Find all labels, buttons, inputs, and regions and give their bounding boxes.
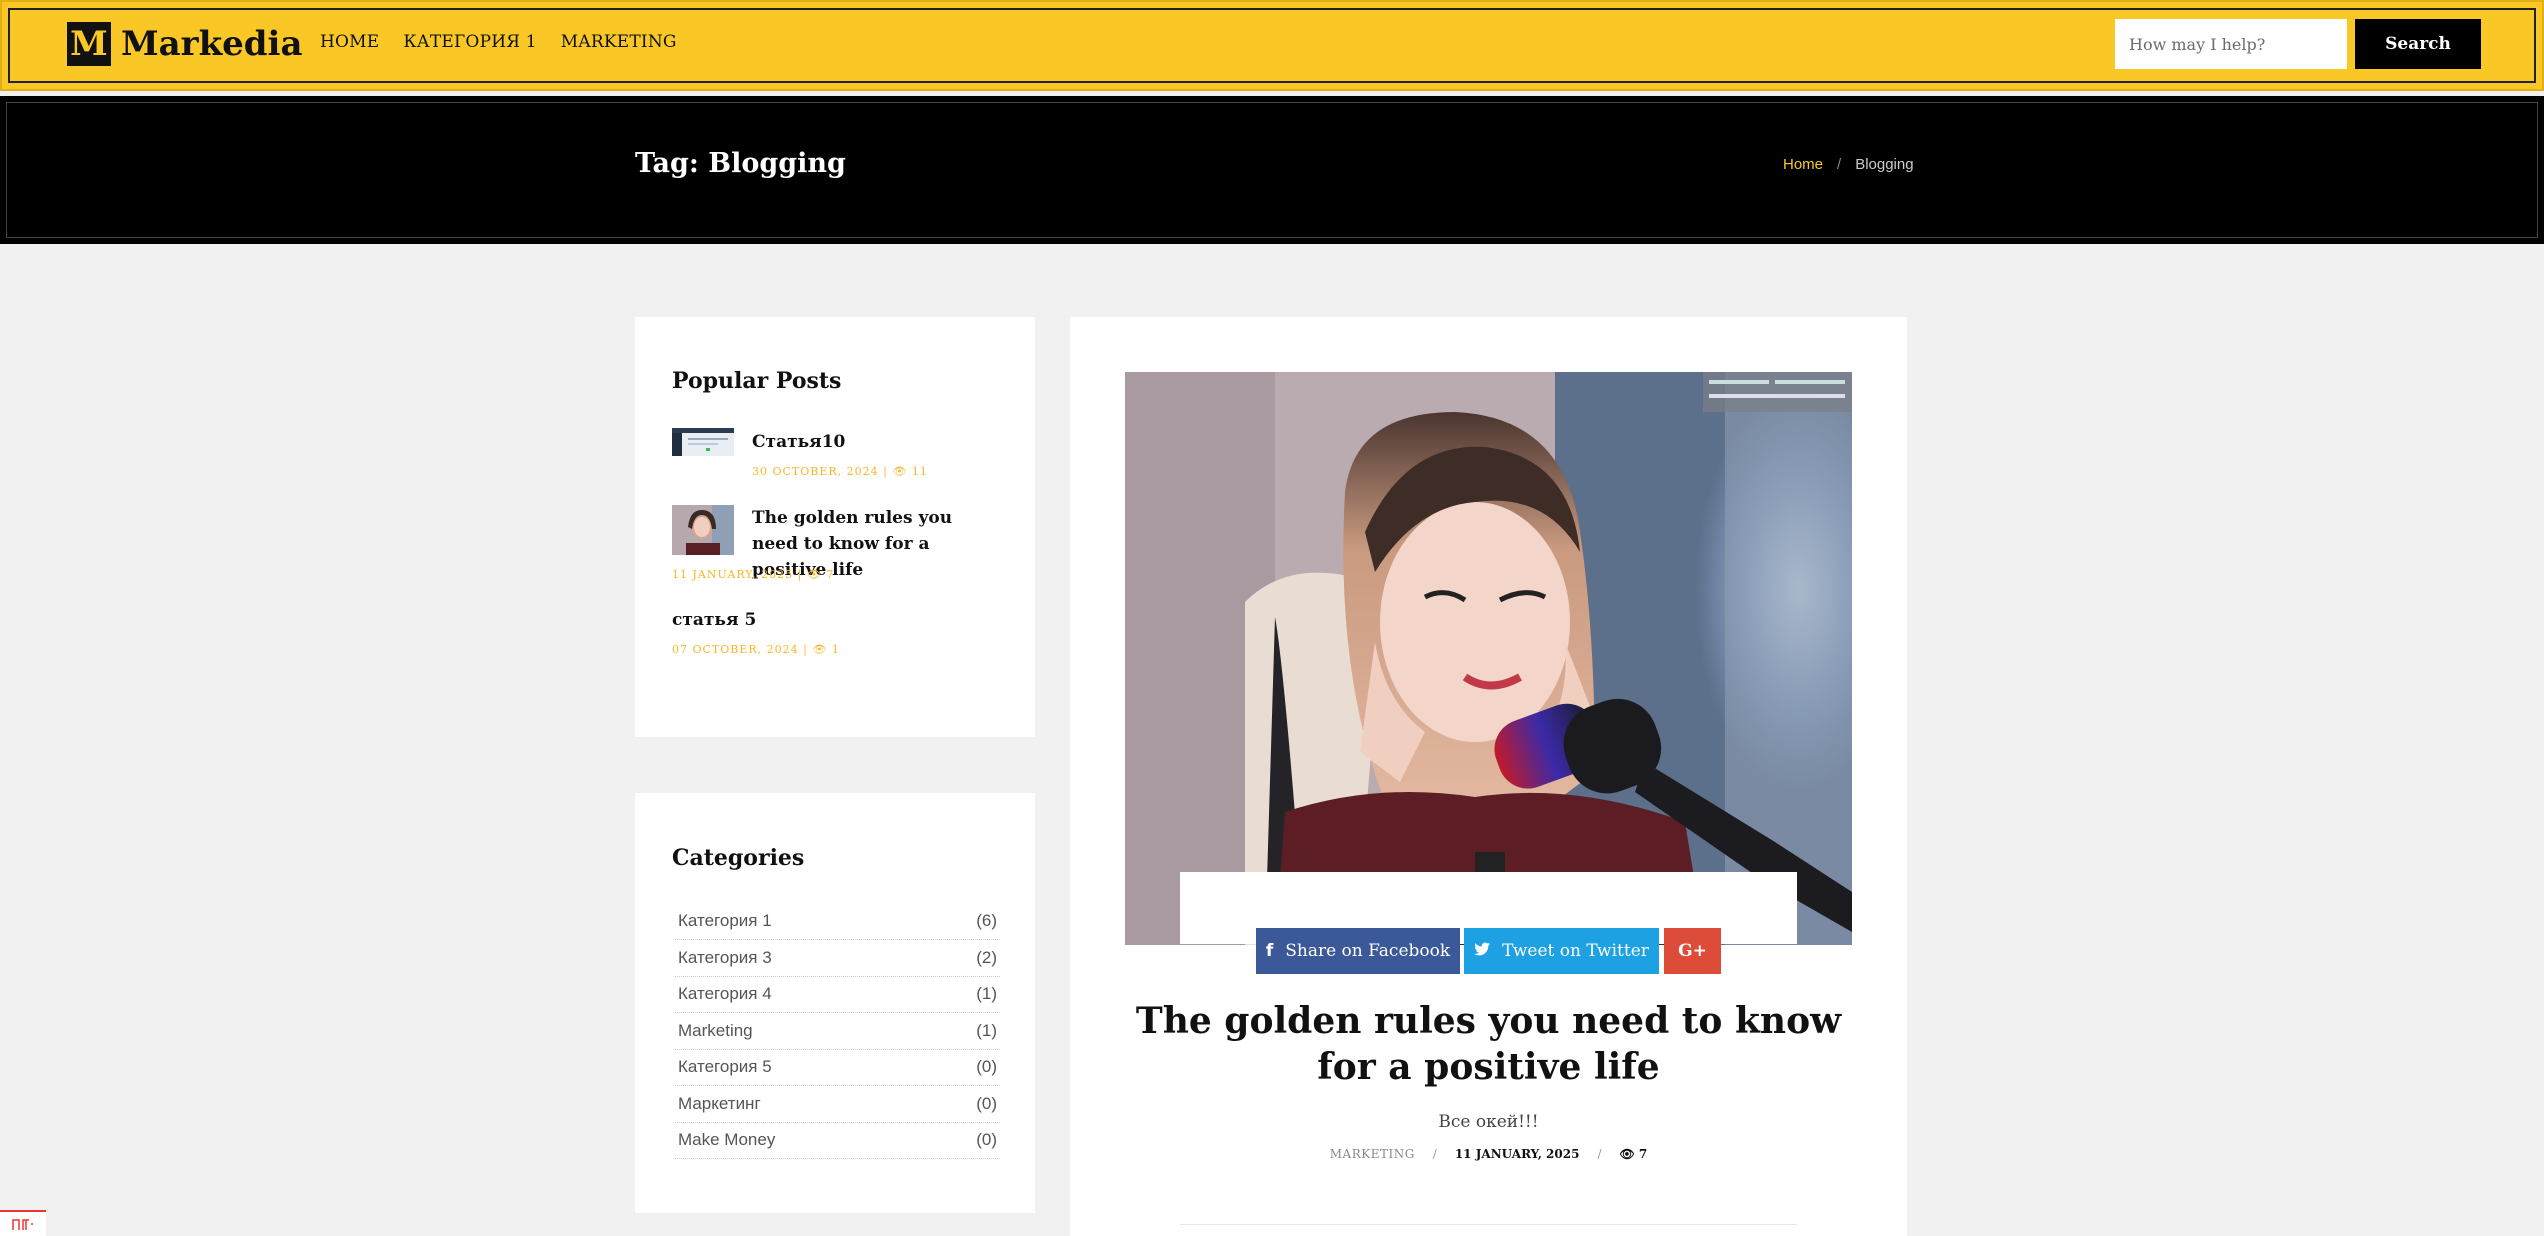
- category-count: (1): [976, 984, 997, 1003]
- category-name: Make Money: [678, 1130, 776, 1149]
- category-item[interactable]: Категория 3 (2): [675, 940, 1000, 977]
- popular-post-meta-2: 11 JANUARY, 2025 | 👁 7: [672, 568, 835, 581]
- category-name: Marketing: [678, 1021, 753, 1040]
- nav-item-home[interactable]: HOME: [320, 32, 379, 52]
- share-twitter-label: Tweet on Twitter: [1502, 941, 1649, 961]
- category-count: (0): [976, 1057, 997, 1076]
- search-input[interactable]: [2115, 19, 2347, 69]
- share-google-plus-button[interactable]: G+: [1664, 928, 1721, 974]
- category-count: (6): [976, 911, 997, 930]
- twitter-icon: [1474, 941, 1491, 961]
- category-item[interactable]: Marketing (1): [675, 1013, 1000, 1050]
- share-facebook-label: Share on Facebook: [1285, 941, 1451, 961]
- category-name: Категория 5: [678, 1057, 772, 1076]
- page-title: Tag: Blogging: [635, 148, 846, 179]
- popular-post-thumbnail-1[interactable]: [672, 428, 734, 456]
- post-category-link[interactable]: MARKETING: [1330, 1147, 1415, 1161]
- popular-post-title-1[interactable]: Статья10: [752, 429, 1002, 455]
- meta-separator: /: [1597, 1147, 1602, 1161]
- streamer-portrait-image: [1125, 372, 1852, 945]
- google-plus-icon: G+: [1678, 941, 1707, 961]
- category-count: (0): [976, 1130, 997, 1149]
- breadcrumb: Home / Blogging: [1783, 156, 1914, 173]
- category-count: (0): [976, 1094, 997, 1113]
- popular-post-title-3[interactable]: статья 5: [672, 607, 1002, 633]
- category-item[interactable]: Категория 4 (1): [675, 976, 1000, 1013]
- popular-post-meta-3: 07 OCTOBER, 2024 | 👁 1: [672, 643, 840, 656]
- cookie-widget-icon[interactable]: [0, 1210, 46, 1236]
- popular-posts-title: Popular Posts: [672, 368, 842, 394]
- category-name: Маркетинг: [678, 1094, 761, 1113]
- category-count: (1): [976, 1021, 997, 1040]
- logo-mark: M: [67, 22, 111, 66]
- share-twitter-button[interactable]: Tweet on Twitter: [1464, 928, 1659, 974]
- facebook-icon: f: [1265, 941, 1274, 961]
- breadcrumb-current: Blogging: [1855, 156, 1914, 173]
- breadcrumb-separator: /: [1837, 156, 1842, 173]
- post-views: 👁 7: [1619, 1147, 1648, 1161]
- popular-post-meta-1: 30 OCTOBER, 2024 | 👁 11: [752, 465, 928, 478]
- main-nav: HOME КАТЕГОРИЯ 1 MARKETING: [320, 32, 677, 52]
- post-meta: MARKETING / 11 JANUARY, 2025 / 👁 7: [1130, 1147, 1847, 1161]
- post-divider: [1180, 1224, 1797, 1225]
- breadcrumb-home-link[interactable]: Home: [1783, 156, 1823, 173]
- category-name: Категория 1: [678, 911, 772, 930]
- site-logo[interactable]: M Markedia: [67, 22, 303, 66]
- category-item[interactable]: Маркетинг (0): [675, 1086, 1000, 1123]
- category-name: Категория 3: [678, 948, 772, 967]
- screenshot-thumbnail-image: [672, 428, 734, 456]
- nav-item-marketing[interactable]: MARKETING: [561, 32, 677, 52]
- category-item[interactable]: Категория 5 (0): [675, 1049, 1000, 1086]
- post-excerpt: Все окей!!!: [1438, 1112, 1539, 1132]
- meta-separator: /: [1432, 1147, 1437, 1161]
- hero-inner-border: [6, 102, 2538, 238]
- post-date[interactable]: 11 JANUARY, 2025: [1455, 1147, 1580, 1161]
- popular-post-thumbnail-2[interactable]: [672, 505, 734, 555]
- page-hero: Tag: Blogging Home / Blogging: [0, 96, 2544, 244]
- share-facebook-button[interactable]: f Share on Facebook: [1256, 928, 1460, 974]
- portrait-thumbnail-image: [672, 505, 734, 555]
- logo-text: Markedia: [121, 24, 303, 64]
- category-count: (2): [976, 948, 997, 967]
- widget-glyph-icon: [12, 1219, 33, 1230]
- post-featured-image[interactable]: [1125, 372, 1852, 945]
- categories-title: Categories: [672, 845, 805, 871]
- category-name: Категория 4: [678, 984, 772, 1003]
- nav-item-category-1[interactable]: КАТЕГОРИЯ 1: [403, 32, 536, 52]
- category-item[interactable]: Make Money (0): [675, 1122, 1000, 1159]
- post-title[interactable]: The golden rules you need to know for a …: [1130, 998, 1847, 1090]
- category-item[interactable]: Категория 1 (6): [675, 903, 1000, 940]
- search-button[interactable]: Search: [2355, 19, 2481, 69]
